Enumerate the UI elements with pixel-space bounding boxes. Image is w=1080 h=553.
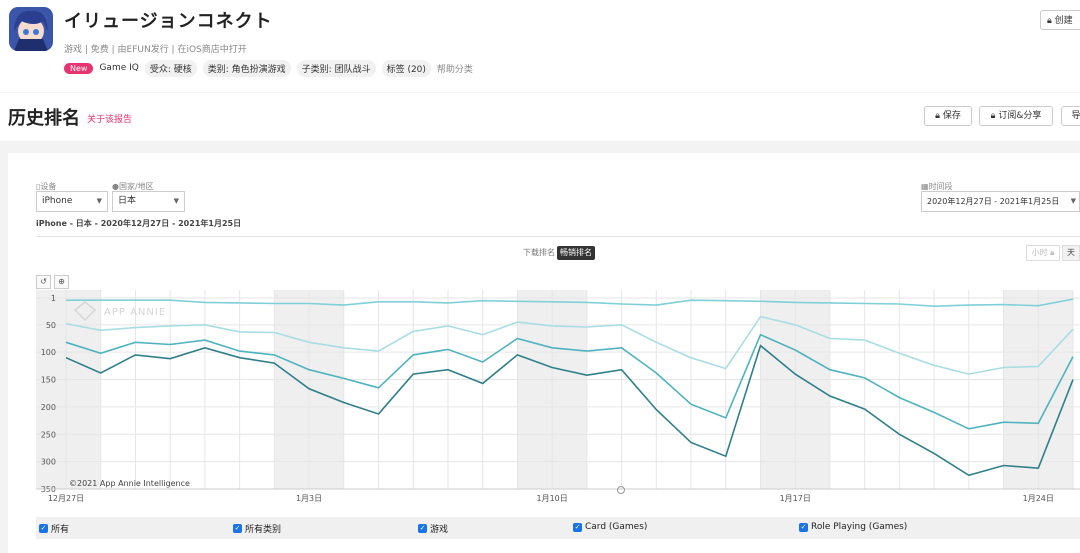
granularity-hour[interactable]: 小时 🔒︎ [1026, 245, 1060, 261]
period-label-text: 时间段 [928, 182, 953, 191]
app-header: イリュージョンコネクト 游戏 | 免费 | 由EFUN发行 | 在iOS商店中打… [0, 0, 1080, 92]
legend-item-role-playing[interactable]: ✓ Role Playing (Games) [799, 522, 907, 532]
app-icon-artwork [9, 7, 53, 51]
zoom-icon: ⊕ [58, 277, 65, 286]
y-tick-label: 250 [41, 430, 56, 439]
divider [36, 236, 1080, 237]
lock-icon: 🔒︎ [935, 111, 940, 121]
x-tick-label: 1月24日 [1023, 494, 1054, 503]
export-button[interactable]: 导 [1061, 106, 1080, 126]
y-tick-label: 200 [41, 403, 56, 412]
country-label-text: 国家/地区 [118, 182, 154, 191]
watermark-text: APP ANNIE [104, 307, 166, 318]
legend-item-all[interactable]: ✓ 所有 [39, 522, 69, 535]
y-tick-label: 150 [41, 376, 56, 385]
legend-item-all-categories[interactable]: ✓ 所有类别 [233, 522, 281, 535]
legend-label: 所有类别 [245, 525, 282, 535]
period-select[interactable]: 2020年12月27日 - 2021年1月25日 ▼ [921, 191, 1080, 212]
new-badge: New [64, 62, 94, 74]
country-select-value: 日本 [118, 196, 137, 206]
calendar-icon: ▦ [921, 182, 929, 191]
checkbox-checked-icon[interactable]: ✓ [418, 524, 427, 533]
cursor-icon [617, 486, 625, 494]
x-tick-label: 1月17日 [780, 494, 811, 503]
game-iq-label[interactable]: Game IQ [99, 63, 138, 73]
x-tick-label: 1月10日 [536, 494, 567, 503]
zoom-button[interactable]: ⊕ [54, 275, 69, 289]
tag-chip-tags[interactable]: 标签 (20) [381, 59, 431, 77]
chevron-down-icon: ▼ [1070, 197, 1076, 205]
tag-chip-subcategory[interactable]: 子类别: 团队战斗 [296, 59, 376, 77]
export-button-label: 导 [1071, 111, 1080, 121]
legend-bar: ✓ 所有 ✓ 所有类别 ✓ 游戏 ✓ Card (Games) ✓ Role Playin… [36, 517, 1080, 539]
legend-item-games[interactable]: ✓ 游戏 [418, 522, 448, 535]
x-tick-label: 1月3日 [296, 494, 322, 503]
legend-item-card-games[interactable]: ✓ Card (Games) [573, 522, 647, 532]
app-title: イリュージョンコネクト [64, 11, 273, 32]
tag-row: New Game IQ 受众: 硬核 类别: 角色扮演游戏 子类别: 团队战斗 … [64, 59, 473, 77]
save-button[interactable]: 🔒︎ 保存 [924, 106, 972, 126]
app-meta[interactable]: 游戏 | 免费 | 由EFUN发行 | 在iOS商店中打开 [64, 42, 247, 55]
y-tick-label: 100 [41, 348, 56, 357]
legend-label: Card (Games) [585, 522, 648, 532]
y-tick-label: 300 [41, 458, 56, 467]
subscribe-share-button[interactable]: 🔒︎ 订阅&分享 [979, 106, 1053, 126]
lock-icon: 🔒︎ [990, 111, 996, 121]
create-button-label: 创建 [1054, 16, 1073, 26]
report-header: 历史排名 关于该报告 🔒︎ 保存 🔒︎ 订阅&分享 导 [0, 93, 1080, 141]
y-tick-label: 50 [46, 321, 56, 330]
lock-icon: 🔒︎ [1050, 248, 1055, 257]
rank-chart[interactable]: 15010015020025030035012月27日 1月3日 1月10日 1月17… [0, 290, 1080, 510]
country-select[interactable]: 日本 ▼ [112, 191, 185, 212]
granularity-day[interactable]: 天 [1062, 245, 1080, 261]
chart-credit: ©2021 App Annie Intelligence [69, 479, 190, 488]
checkbox-checked-icon[interactable]: ✓ [233, 524, 242, 533]
report-subtitle: iPhone - 日本 - 2020年12月27日 - 2021年1月25日 [36, 219, 242, 228]
help-category-link[interactable]: 帮助分类 [437, 62, 473, 75]
tag-chip-audience[interactable]: 受众: 硬核 [144, 59, 197, 77]
device-label-text: 设备 [40, 182, 57, 191]
legend-label: Role Playing (Games) [811, 522, 908, 532]
tab-grossing-rank[interactable]: 畅销排名 [557, 246, 595, 260]
save-button-label: 保存 [942, 111, 961, 121]
chevron-down-icon: ▼ [96, 197, 102, 205]
create-button[interactable]: 🔒︎ 创建 [1040, 10, 1080, 30]
tag-chip-category[interactable]: 类别: 角色扮演游戏 [202, 59, 291, 77]
period-select-value: 2020年12月27日 - 2021年1月25日 [927, 197, 1060, 206]
device-select-value: iPhone [42, 196, 73, 206]
lock-icon: 🔒︎ [1047, 16, 1052, 26]
reset-zoom-button[interactable]: ↺ [36, 275, 51, 289]
legend-label: 游戏 [430, 525, 449, 535]
chevron-down-icon: ▼ [173, 197, 179, 205]
x-tick-label: 12月27日 [48, 494, 84, 503]
subscribe-share-label: 订阅&分享 [998, 111, 1042, 121]
legend-label: 所有 [51, 525, 70, 535]
page-title: 历史排名 [8, 108, 80, 129]
device-select[interactable]: iPhone ▼ [36, 191, 108, 212]
checkbox-checked-icon[interactable]: ✓ [799, 522, 808, 532]
checkbox-checked-icon[interactable]: ✓ [573, 522, 582, 532]
granularity-hour-label: 小时 [1031, 248, 1048, 257]
tab-downloads-rank[interactable]: 下载排名 [520, 246, 558, 260]
globe-icon: ● [112, 182, 119, 191]
checkbox-checked-icon[interactable]: ✓ [39, 524, 48, 533]
reset-icon: ↺ [40, 277, 47, 286]
y-tick-label: 1 [51, 294, 56, 303]
about-report-link[interactable]: 关于该报告 [87, 112, 132, 125]
app-icon[interactable] [9, 7, 53, 51]
